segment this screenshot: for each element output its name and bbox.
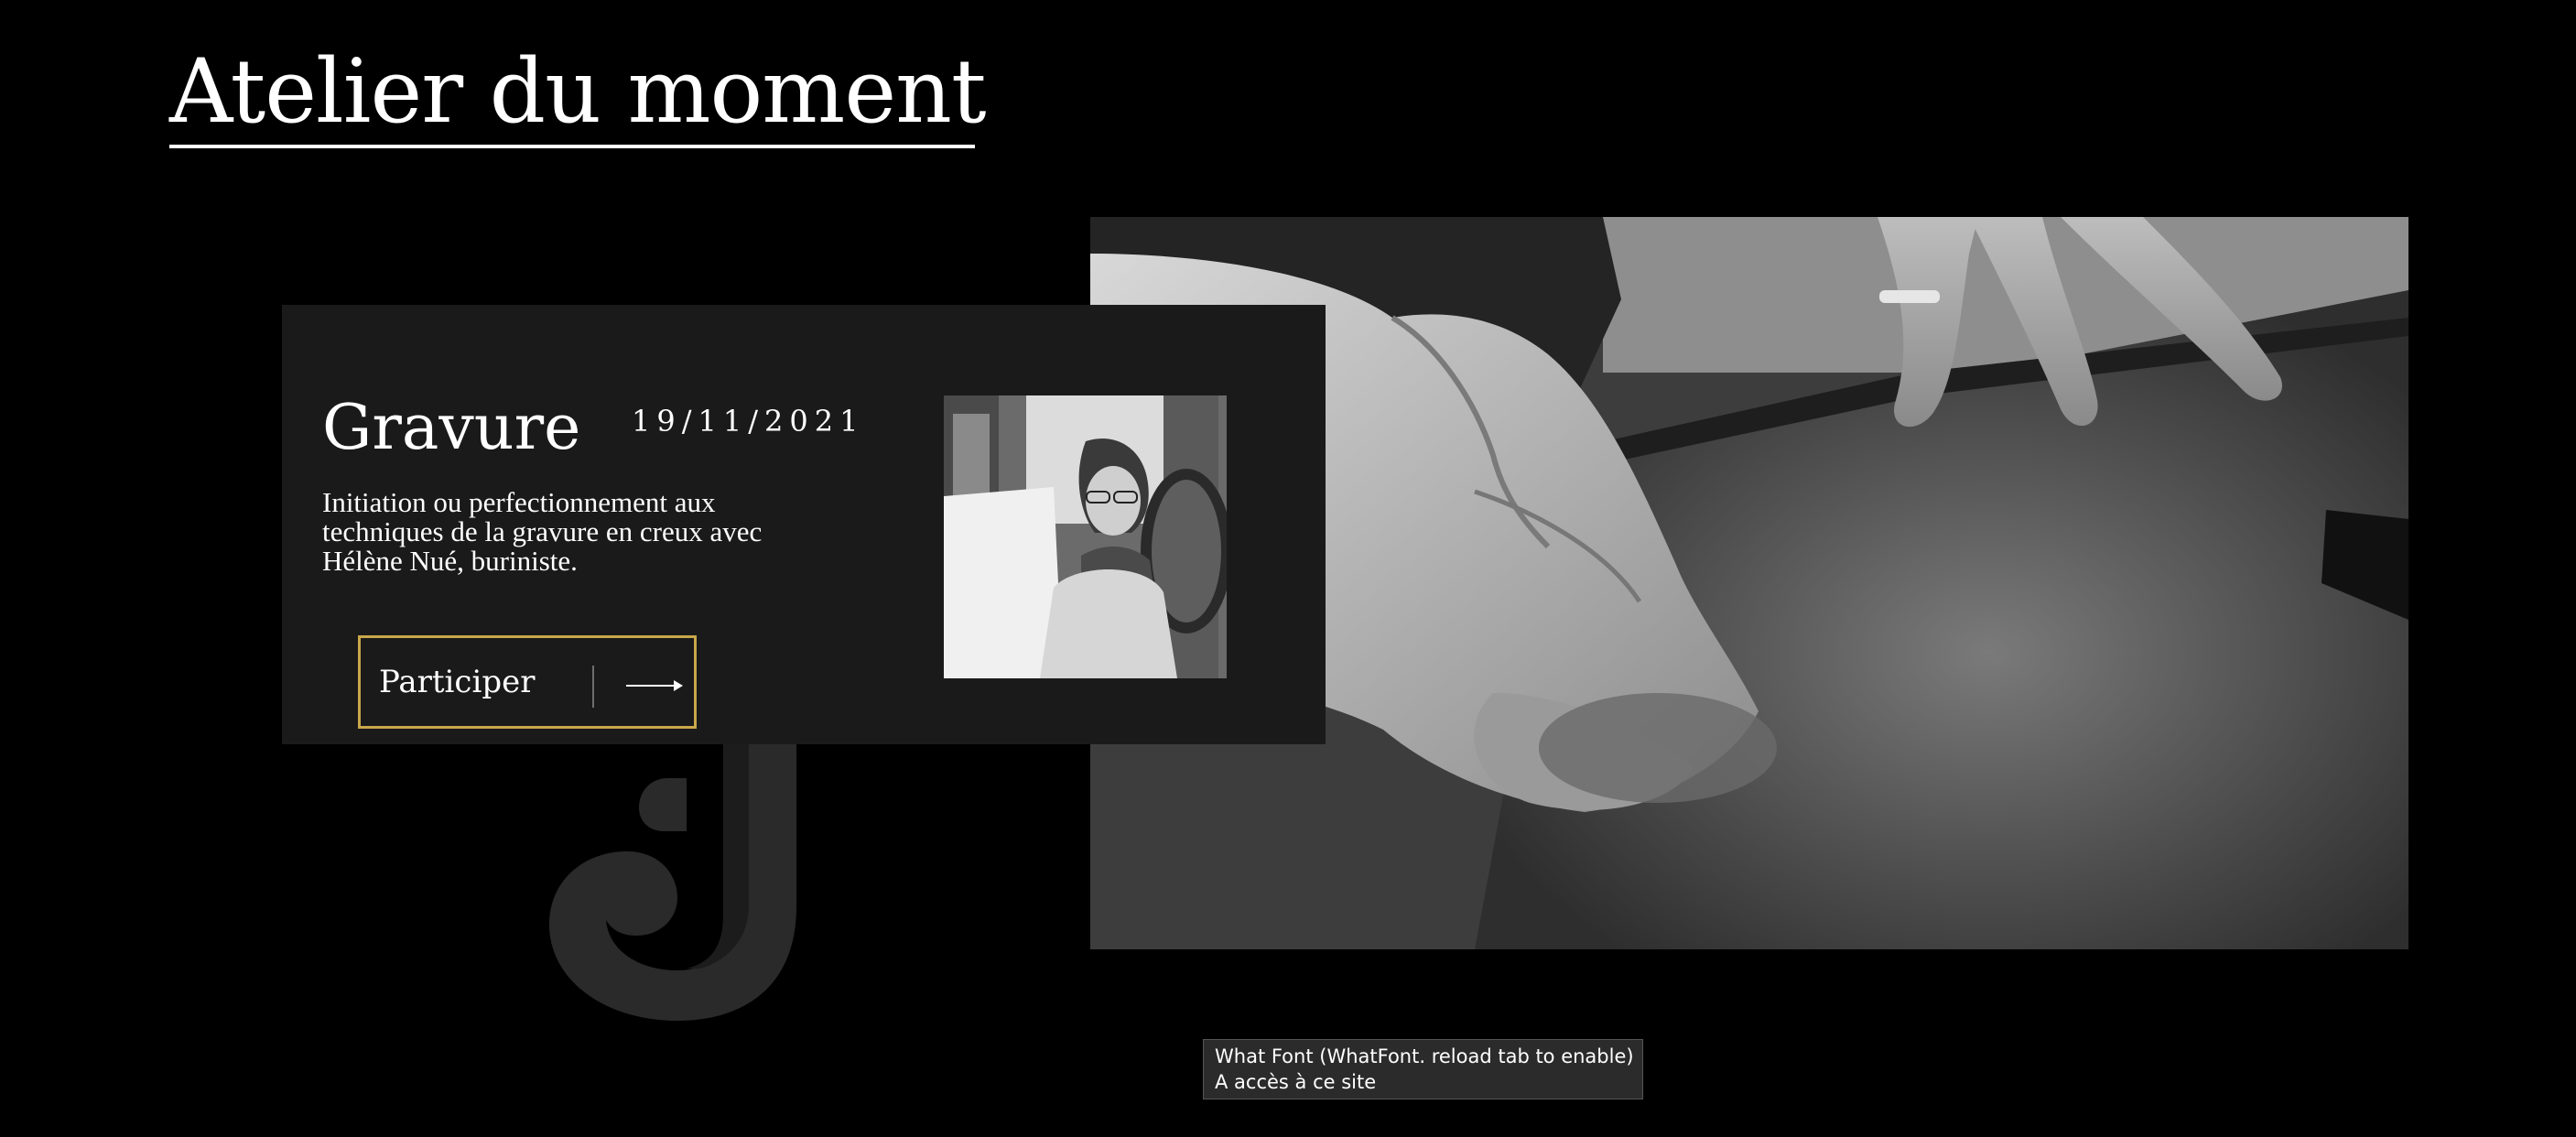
title-underline xyxy=(169,145,975,148)
tooltip-line-2: A accès à ce site xyxy=(1215,1071,1377,1093)
workshop-title: Gravure xyxy=(322,392,581,464)
button-divider xyxy=(592,666,594,708)
arrow-right-icon xyxy=(626,680,683,691)
workshop-date: 19/11/2021 xyxy=(632,404,865,439)
tooltip-line-1: What Font (WhatFont. reload tab to enabl… xyxy=(1215,1045,1634,1067)
participate-button-label: Participer xyxy=(379,664,536,700)
workshop-description: Initiation ou perfectionnement aux techn… xyxy=(322,486,763,577)
artist-portrait xyxy=(944,395,1227,678)
participate-button[interactable]: Participer xyxy=(358,635,697,729)
logo-j-mark xyxy=(549,732,796,1021)
extension-tooltip: What Font (WhatFont. reload tab to enabl… xyxy=(1203,1039,1643,1099)
section-title: Atelier du moment xyxy=(169,40,987,143)
workshop-card: Gravure 19/11/2021 Initiation ou perfect… xyxy=(282,305,1326,744)
